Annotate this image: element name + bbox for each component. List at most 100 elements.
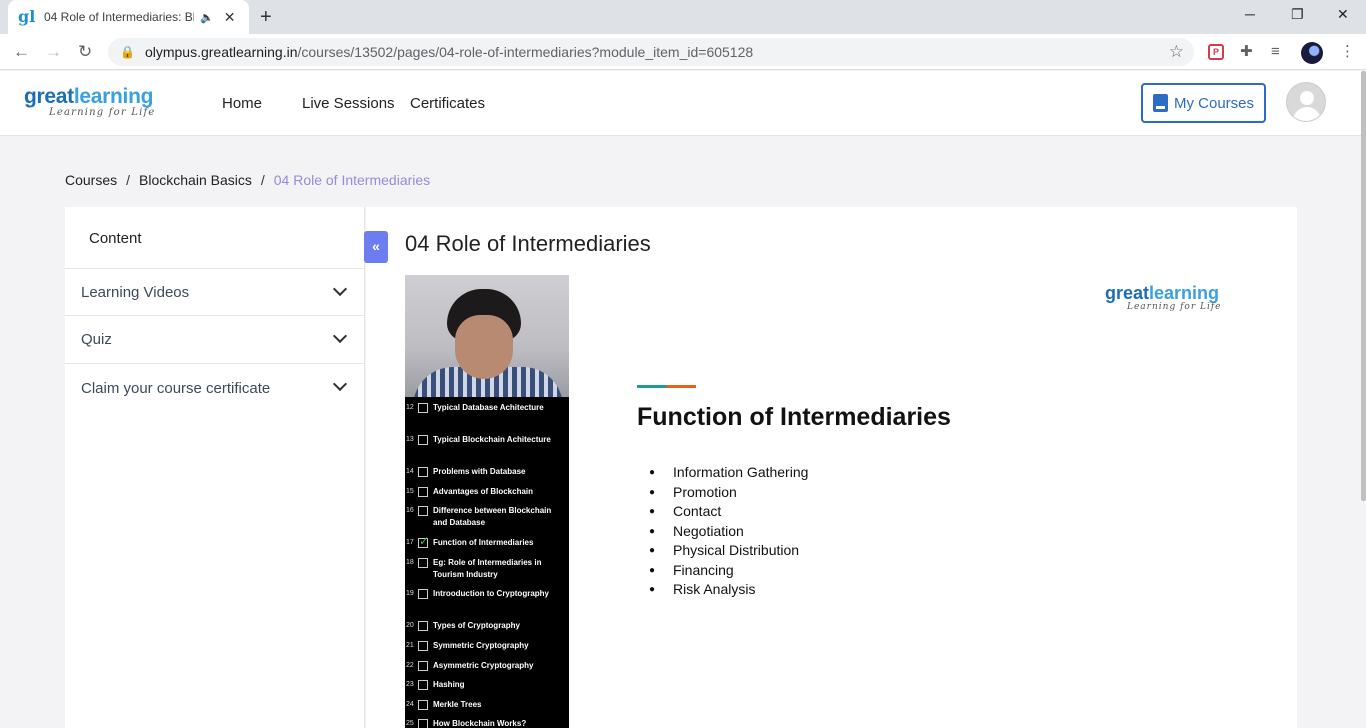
slide-logo-tagline: Learning for Life <box>1127 302 1222 312</box>
sidebar-item-quiz[interactable]: Quiz <box>65 316 365 364</box>
checkbox-icon <box>418 506 428 516</box>
breadcrumb-course[interactable]: Blockchain Basics <box>139 172 252 188</box>
forward-icon[interactable]: → <box>45 42 62 62</box>
slide-bullet: ● Promotion <box>649 483 808 503</box>
checkbox-icon <box>418 719 428 728</box>
url-text: olympus.greatlearning.in/courses/13502/p… <box>145 44 753 60</box>
slide-accent-line <box>637 385 696 388</box>
slide-logo-word-great: great <box>1105 283 1150 303</box>
avatar-head-shape <box>1300 91 1314 105</box>
close-window-icon[interactable]: ✕ <box>1337 6 1349 23</box>
browser-tab-bar: gl 04 Role of Intermediaries: Bl 🔈 ✕ + ─… <box>0 0 1366 34</box>
avatar-body-shape <box>1293 107 1321 121</box>
checkmark-icon <box>418 534 429 548</box>
topic-list-item: 18 Eg: Role of Intermediaries in Tourism … <box>405 557 569 581</box>
new-tab-icon[interactable]: + <box>260 6 272 28</box>
pocket-extension-icon[interactable]: P <box>1208 44 1224 60</box>
slide-bullet: ● Financing <box>649 561 808 581</box>
user-avatar[interactable] <box>1286 82 1326 122</box>
topic-list-item: 25 How Blockchain Works? <box>405 718 569 728</box>
slide-logo-wordmark: greatlearning <box>1105 283 1222 303</box>
restore-icon[interactable]: ❐ <box>1291 6 1304 23</box>
bullet-dot-icon: ● <box>649 506 656 517</box>
topic-number: 25 <box>406 720 414 727</box>
topic-label: How Blockchain Works? <box>433 719 527 728</box>
page-scrollbar[interactable] <box>1361 71 1366 501</box>
url-path: /courses/13502/pages/04-role-of-intermed… <box>297 44 754 60</box>
nav-certificates[interactable]: Certificates <box>410 95 485 112</box>
topic-number: 21 <box>406 642 414 649</box>
collapse-sidebar-button[interactable]: « <box>364 231 388 263</box>
bullet-dot-icon: ● <box>649 564 656 576</box>
slide-logo: greatlearning Learning for Life <box>1105 283 1222 312</box>
topic-number: 17 <box>406 539 414 546</box>
nav-home[interactable]: Home <box>222 95 262 112</box>
breadcrumb-separator: / <box>260 172 265 188</box>
checkbox-icon <box>418 467 428 477</box>
my-courses-button[interactable]: My Courses <box>1141 83 1266 123</box>
speaker-icon[interactable]: 🔈 <box>200 11 214 24</box>
close-tab-icon[interactable]: ✕ <box>224 9 236 26</box>
my-courses-label: My Courses <box>1173 94 1255 112</box>
slide-bullet: ● Physical Distribution <box>649 541 808 561</box>
topic-label: Merkle Trees <box>433 700 482 709</box>
topic-label: Typical Database Achitecture <box>433 403 544 412</box>
content-sidebar: Content Learning Videos Quiz Claim your … <box>65 207 365 728</box>
checkbox-icon <box>418 435 428 445</box>
sidebar-item-learning-videos[interactable]: Learning Videos <box>65 268 365 316</box>
topic-list-item: 14 Problems with Database <box>405 466 569 478</box>
sidebar-item-label: Learning Videos <box>81 283 190 301</box>
checkbox-icon <box>418 661 428 671</box>
breadcrumb-courses[interactable]: Courses <box>65 172 117 188</box>
topic-number: 16 <box>406 507 414 514</box>
logo-tagline: Learning for Life <box>49 107 156 118</box>
back-icon[interactable]: ← <box>13 42 30 62</box>
chevron-down-icon <box>332 376 348 392</box>
tab-title: 04 Role of Intermediaries: Bl <box>44 10 194 24</box>
media-queue-icon[interactable]: ≡ <box>1271 43 1280 61</box>
greatlearning-favicon-icon: gl <box>18 7 36 26</box>
reload-icon[interactable]: ↻ <box>78 42 92 62</box>
presenter-face-shape <box>455 315 513 379</box>
book-icon <box>1152 94 1168 112</box>
lesson-video[interactable]: 12 Typical Database Achitecture 13 Typical … <box>405 275 1289 728</box>
chevron-down-icon <box>332 281 348 297</box>
topic-label: Difference between Blockchain and Databa… <box>433 506 552 527</box>
topic-number: 20 <box>406 622 414 629</box>
greatlearning-logo[interactable]: greatlearning Learning for Life <box>24 86 156 118</box>
lesson-title: 04 Role of Intermediaries <box>405 231 651 256</box>
breadcrumb-current: 04 Role of Intermediaries <box>273 172 431 188</box>
topic-number: 14 <box>406 468 414 475</box>
topic-list-item: 16 Difference between Blockchain and Data… <box>405 505 569 529</box>
checkbox-icon <box>418 589 428 599</box>
topic-list-item: 15 Advantages of Blockchain <box>405 486 569 498</box>
address-bar[interactable]: 🔒 olympus.greatlearning.in/courses/13502… <box>108 38 1194 66</box>
topic-label: Asymmetric Cryptography <box>433 661 534 670</box>
browser-profile-avatar[interactable] <box>1301 42 1323 64</box>
slide-bullet-text: Risk Analysis <box>673 581 756 597</box>
breadcrumb-separator: / <box>126 172 131 188</box>
topic-number: 18 <box>406 559 414 566</box>
bullet-dot-icon: ● <box>649 545 656 556</box>
topic-label: Typical Blockchain Achitecture <box>433 435 551 444</box>
checkbox-icon <box>418 558 428 568</box>
slide-bullet: ● Contact <box>649 502 808 522</box>
minimize-icon[interactable]: ─ <box>1245 6 1255 22</box>
sidebar-item-claim-certificate[interactable]: Claim your course certificate <box>65 364 365 412</box>
bullet-dot-icon: ● <box>649 525 656 537</box>
topic-label: Hashing <box>433 680 465 689</box>
topic-label: Problems with Database <box>433 467 526 476</box>
topic-number: 24 <box>406 701 414 708</box>
checkbox-icon <box>418 487 428 497</box>
video-topic-list: 12 Typical Database Achitecture 13 Typical … <box>405 397 569 728</box>
presenter-webcam <box>405 275 569 397</box>
extensions-puzzle-icon[interactable]: ✚ <box>1240 43 1253 61</box>
checkbox-icon <box>418 403 428 413</box>
url-host: olympus.greatlearning.in <box>144 44 298 60</box>
browser-menu-icon[interactable]: ⋮ <box>1340 43 1355 61</box>
topic-label: Function of Intermediaries <box>433 538 534 547</box>
bookmark-star-icon[interactable]: ☆ <box>1169 42 1184 62</box>
browser-tab[interactable]: gl 04 Role of Intermediaries: Bl 🔈 ✕ <box>8 0 249 34</box>
nav-live-sessions[interactable]: Live Sessions <box>302 95 395 112</box>
lock-icon[interactable]: 🔒 <box>120 45 135 59</box>
